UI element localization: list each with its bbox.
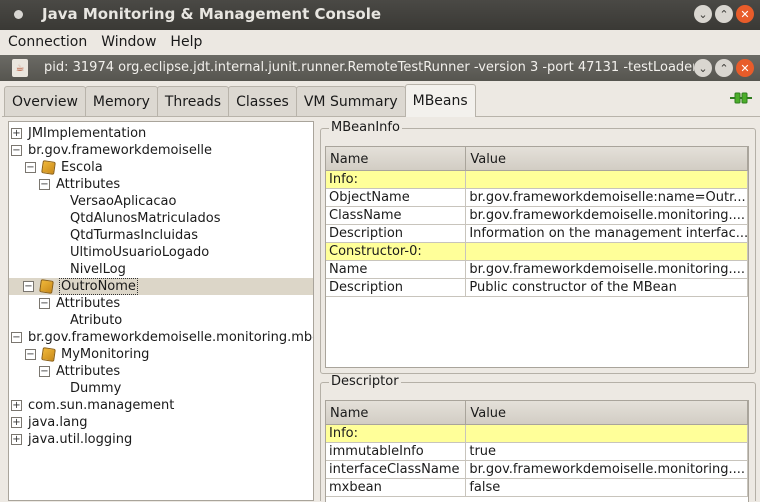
tab-overview[interactable]: Overview <box>4 86 86 116</box>
mbeaninfo-group: MBeanInfo Name Value Info: ObjectName br.… <box>320 120 756 374</box>
tree-node[interactable]: − br.gov.frameworkdemoiselle.monitoring.m… <box>11 329 313 346</box>
tree-node-selected[interactable]: − OutroNome <box>9 278 313 295</box>
tree-leaf[interactable]: Dummy <box>70 380 121 397</box>
table-header: Name Value <box>326 401 748 425</box>
tree-leaf[interactable]: VersaoAplicacao <box>70 193 176 210</box>
collapse-icon[interactable]: − <box>11 332 22 343</box>
bean-icon <box>39 279 54 294</box>
internal-frame-controls: ⌄ ⌃ ✕ <box>694 59 754 77</box>
internal-minimize-button[interactable]: ⌄ <box>694 59 712 77</box>
tree-leaf[interactable]: Atributo <box>70 312 122 329</box>
java-icon: ☕ <box>12 59 28 77</box>
collapse-icon[interactable]: − <box>39 179 50 190</box>
internal-frame-titlebar: ☕ pid: 31974 org.eclipse.jdt.internal.ju… <box>0 55 760 81</box>
mbeaninfo-title: MBeanInfo <box>329 120 402 135</box>
collapse-icon[interactable]: − <box>23 281 34 292</box>
collapse-icon[interactable]: − <box>25 162 36 173</box>
window-menu-icon[interactable] <box>14 10 23 19</box>
column-header-value[interactable]: Value <box>466 147 748 171</box>
table-row[interactable]: interfaceClassName br.gov.frameworkdemois… <box>326 461 748 479</box>
collapse-icon[interactable]: − <box>25 349 36 360</box>
close-button[interactable]: ✕ <box>736 5 754 23</box>
tree-leaf[interactable]: UltimoUsuarioLogado <box>70 244 209 261</box>
collapse-icon[interactable]: − <box>11 145 22 156</box>
tab-mbeans[interactable]: MBeans <box>404 84 476 117</box>
table-row[interactable]: Constructor-0: <box>326 243 748 261</box>
tree-leaf[interactable]: NivelLog <box>70 261 126 278</box>
descriptor-group: Descriptor Name Value Info: immutableInf… <box>320 374 756 502</box>
internal-frame-title: pid: 31974 org.eclipse.jdt.internal.juni… <box>44 60 694 75</box>
mbean-tree[interactable]: + JMImplementation − br.gov.frameworkdemoi… <box>8 121 314 501</box>
column-header-value[interactable]: Value <box>466 401 748 425</box>
bean-icon <box>41 347 56 362</box>
tree-leaf[interactable]: QtdTurmasIncluidas <box>70 227 198 244</box>
tree-node[interactable]: + java.util.logging <box>11 431 132 448</box>
collapse-icon[interactable]: − <box>39 366 50 377</box>
bean-icon <box>41 160 56 175</box>
expand-icon[interactable]: + <box>11 400 22 411</box>
collapse-icon[interactable]: − <box>39 298 50 309</box>
tree-node[interactable]: − Attributes <box>39 176 120 193</box>
table-row[interactable]: ObjectName br.gov.frameworkdemoiselle:nam… <box>326 189 748 207</box>
tree-leaf[interactable]: QtdAlunosMatriculados <box>70 210 220 227</box>
table-row[interactable]: Name br.gov.frameworkdemoiselle.monitorin… <box>326 261 748 279</box>
descriptor-title: Descriptor <box>329 374 401 389</box>
mbeaninfo-table[interactable]: Name Value Info: ObjectName br.gov.framew… <box>325 146 749 368</box>
expand-icon[interactable]: + <box>11 434 22 445</box>
maximize-button[interactable]: ⌃ <box>715 5 733 23</box>
table-row[interactable]: mxbean false <box>326 479 748 497</box>
tab-vm-summary[interactable]: VM Summary <box>295 86 406 116</box>
menu-help[interactable]: Help <box>170 34 202 50</box>
connection-status-icon[interactable] <box>730 92 752 104</box>
menu-window[interactable]: Window <box>101 34 156 50</box>
table-row[interactable]: Description Public constructor of the MBe… <box>326 279 748 297</box>
tab-threads[interactable]: Threads <box>156 86 230 116</box>
tree-node[interactable]: − Attributes <box>39 363 120 380</box>
tree-node[interactable]: − br.gov.frameworkdemoiselle <box>11 142 212 159</box>
menu-connection[interactable]: Connection <box>8 34 87 50</box>
minimize-button[interactable]: ⌄ <box>694 5 712 23</box>
tree-node[interactable]: − Attributes <box>39 295 120 312</box>
table-row[interactable]: Info: <box>326 171 748 189</box>
table-row[interactable]: Description Information on the management… <box>326 225 748 243</box>
tab-bar: Overview Memory Threads Classes VM Summa… <box>4 84 476 117</box>
expand-icon[interactable]: + <box>11 128 22 139</box>
table-row[interactable]: Info: <box>326 425 748 443</box>
descriptor-table[interactable]: Name Value Info: immutableInfo true inter… <box>325 400 749 502</box>
tree-node[interactable]: + JMImplementation <box>11 125 146 142</box>
table-row[interactable]: immutableInfo true <box>326 443 748 461</box>
tab-memory[interactable]: Memory <box>84 86 158 116</box>
tree-node[interactable]: + java.lang <box>11 414 87 431</box>
tree-node[interactable]: − MyMonitoring <box>25 346 149 363</box>
tree-node[interactable]: + com.sun.management <box>11 397 174 414</box>
menu-bar: Connection Window Help <box>0 30 760 54</box>
tab-classes[interactable]: Classes <box>228 86 297 116</box>
expand-icon[interactable]: + <box>11 417 22 428</box>
table-row[interactable]: ClassName br.gov.frameworkdemoiselle.moni… <box>326 207 748 225</box>
internal-maximize-button[interactable]: ⌃ <box>715 59 733 77</box>
mbeans-panel: + JMImplementation − br.gov.frameworkdemoi… <box>2 116 760 502</box>
window-controls: ⌄ ⌃ ✕ <box>694 5 754 23</box>
column-header-name[interactable]: Name <box>326 147 467 171</box>
window-titlebar: Java Monitoring & Management Console ⌄ ⌃… <box>0 0 760 30</box>
mbean-details: MBeanInfo Name Value Info: ObjectName br.… <box>320 120 756 502</box>
column-header-name[interactable]: Name <box>326 401 467 425</box>
window-title: Java Monitoring & Management Console <box>42 5 382 23</box>
tree-node[interactable]: − Escola <box>25 159 103 176</box>
internal-close-button[interactable]: ✕ <box>736 59 754 77</box>
table-header: Name Value <box>326 147 748 171</box>
